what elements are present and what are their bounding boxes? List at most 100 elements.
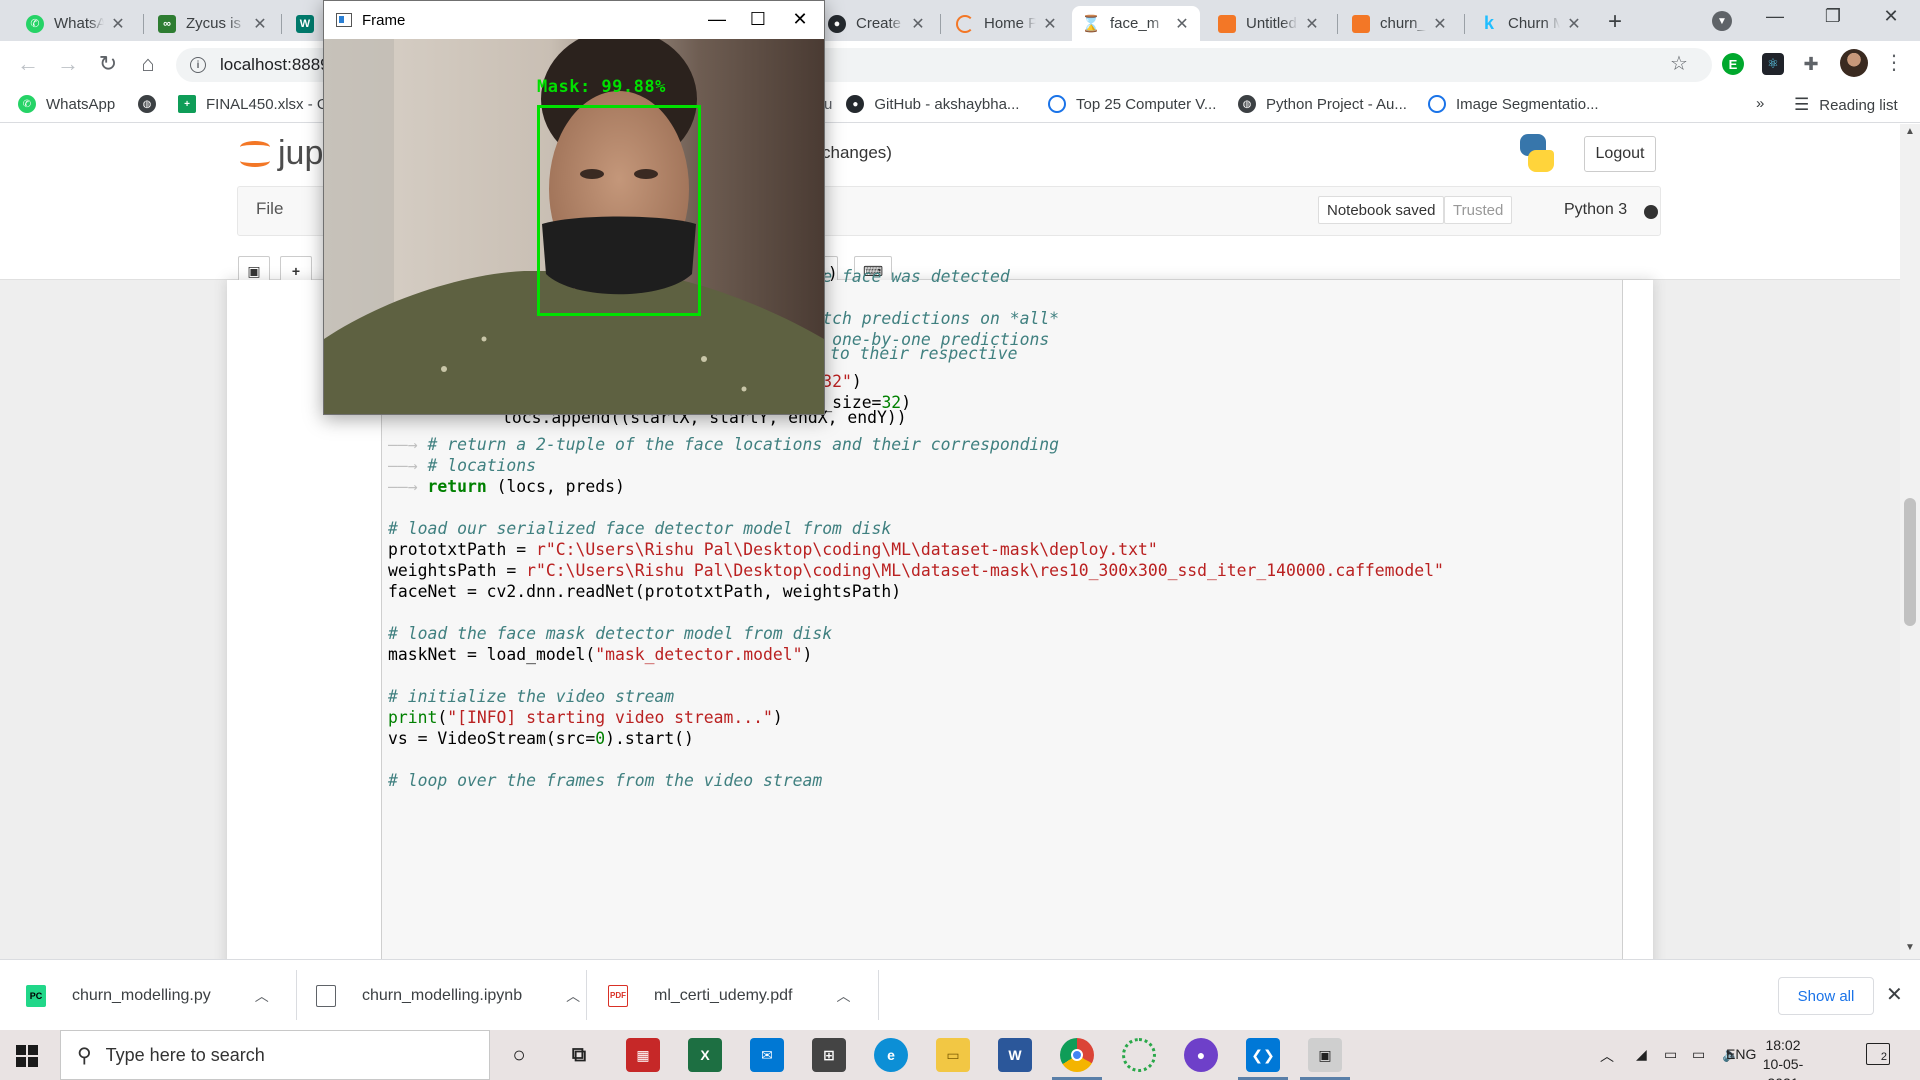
taskbar-clock[interactable]: 18:02 10-05-2021 <box>1748 1036 1818 1080</box>
code-line[interactable]: ——→ # return a 2-tuple of the face locat… <box>388 434 1444 455</box>
bookmark-github[interactable]: u ● GitHub - akshaybha... <box>824 95 1019 113</box>
close-icon[interactable]: ✕ <box>110 14 126 34</box>
download-item[interactable]: PC churn_modelling.py ︿ <box>26 960 269 1031</box>
react-devtools-extension-icon[interactable]: ⚛ <box>1762 53 1784 75</box>
back-icon[interactable]: ← <box>14 51 42 77</box>
tab-github-create[interactable]: ● Create ✕ <box>818 6 936 41</box>
word-icon[interactable]: W <box>998 1038 1032 1072</box>
tab-zycus[interactable]: ∞ Zycus is ✕ <box>148 6 278 41</box>
code-line[interactable]: ——→ return (locs, preds) <box>388 476 1444 497</box>
code-line[interactable] <box>388 497 1444 518</box>
task-view-icon[interactable]: ⧉ <box>562 1038 596 1072</box>
download-item[interactable]: churn_modelling.ipynb ︿ <box>316 960 580 1031</box>
menu-file[interactable]: File <box>256 199 283 219</box>
bookmark-image-segmentation[interactable]: Image Segmentatio... <box>1428 95 1599 113</box>
frame-maximize-button[interactable]: ☐ <box>738 9 778 30</box>
close-icon[interactable]: ✕ <box>910 14 926 34</box>
code-line[interactable]: ——→ # locations <box>388 455 1444 476</box>
trusted-indicator[interactable]: Trusted <box>1444 196 1513 224</box>
home-icon[interactable]: ⌂ <box>134 51 162 77</box>
code-line[interactable]: # load our serialized face detector mode… <box>388 518 1444 539</box>
code-line[interactable]: maskNet = load_model("mask_detector.mode… <box>388 644 1444 665</box>
show-hidden-icons-chevron[interactable]: ︿ <box>1600 1046 1614 1066</box>
logout-button[interactable]: Logout <box>1584 136 1656 172</box>
close-downloads-icon[interactable]: ✕ <box>1886 982 1903 1007</box>
python-window-icon[interactable]: ▣ <box>1300 1038 1350 1080</box>
bookmark-top25[interactable]: Top 25 Computer V... <box>1048 95 1216 113</box>
bookmark-python-project[interactable]: ◍ Python Project - Au... <box>1238 95 1407 113</box>
more-bookmarks-button[interactable]: » <box>1756 95 1764 112</box>
taskbar-search-box[interactable]: ⚲ Type here to search <box>60 1030 490 1080</box>
code-line[interactable]: prototxtPath = r"C:\Users\Rishu Pal\Desk… <box>388 539 1444 560</box>
code-line[interactable]: # loop over the frames from the video st… <box>388 770 1444 791</box>
microsoft-store-icon[interactable]: ⊞ <box>812 1038 846 1072</box>
code-line[interactable]: faceNet = cv2.dnn.readNet(prototxtPath, … <box>388 581 1444 602</box>
close-icon[interactable]: ✕ <box>1432 14 1448 34</box>
bookmark-globe[interactable]: ◍ <box>138 95 166 113</box>
code-line[interactable]: # initialize the video stream <box>388 686 1444 707</box>
new-tab-button[interactable]: + <box>1608 8 1622 36</box>
file-explorer-icon[interactable]: ▭ <box>936 1038 970 1072</box>
forward-icon[interactable]: → <box>54 51 82 77</box>
opencv-frame-window[interactable]: Frame — ☐ ✕ Mask: 99.88% <box>323 0 825 415</box>
gift-app-icon[interactable]: ▦ <box>626 1038 660 1072</box>
windows-start-icon[interactable] <box>16 1045 38 1067</box>
bookmark-final450[interactable]: + FINAL450.xlsx - G <box>178 95 329 113</box>
close-icon[interactable]: ✕ <box>1042 14 1058 34</box>
tab-face-mask[interactable]: ⌛ face_m ✕ <box>1072 6 1200 41</box>
close-icon[interactable]: ✕ <box>252 14 268 34</box>
notifications-icon[interactable]: 2 <box>1866 1043 1890 1065</box>
scrollbar-thumb[interactable] <box>1904 498 1916 626</box>
frame-minimize-button[interactable]: — <box>697 9 737 30</box>
scroll-up-icon[interactable]: ▲ <box>1905 126 1915 137</box>
chevron-up-icon[interactable]: ︿ <box>566 986 580 1006</box>
tab-kaggle-churn[interactable]: k Churn M ✕ <box>1470 6 1592 41</box>
mail-icon[interactable]: ✉ <box>750 1038 784 1072</box>
code-line[interactable]: print("[INFO] starting video stream...") <box>388 707 1444 728</box>
excel-icon[interactable]: X <box>688 1038 722 1072</box>
chrome-menu-icon[interactable]: ⋮ <box>1884 50 1904 75</box>
github-desktop-icon[interactable]: ● <box>1184 1038 1218 1072</box>
tab-w-app[interactable]: W W <box>286 6 326 41</box>
tab-home-page[interactable]: Home P ✕ <box>946 6 1068 41</box>
code-line[interactable]: vs = VideoStream(src=0).start() <box>388 728 1444 749</box>
frame-close-button[interactable]: ✕ <box>780 9 820 30</box>
code-line[interactable] <box>388 413 1444 434</box>
kernel-name[interactable]: Python 3 <box>1564 201 1627 219</box>
bookmark-whatsapp[interactable]: ✆ WhatsApp <box>18 95 115 113</box>
close-icon[interactable]: ✕ <box>1566 14 1582 34</box>
reading-list-button[interactable]: ☰ Reading list <box>1794 95 1898 115</box>
window-restore-button[interactable]: ❐ <box>1810 6 1856 27</box>
show-all-downloads-button[interactable]: Show all <box>1778 977 1874 1015</box>
chevron-up-icon[interactable]: ︿ <box>255 986 269 1006</box>
chevron-up-icon[interactable]: ︿ <box>836 986 850 1006</box>
window-minimize-button[interactable]: — <box>1752 6 1798 27</box>
profile-avatar[interactable] <box>1840 49 1868 77</box>
battery-icon[interactable]: ▭ <box>1692 1046 1705 1063</box>
meet-now-icon[interactable]: ▭ <box>1664 1046 1677 1063</box>
close-icon[interactable]: ✕ <box>1174 14 1190 34</box>
tab-untitled[interactable]: Untitled ✕ <box>1208 6 1330 41</box>
edge-browser-icon[interactable]: e <box>874 1038 908 1072</box>
tab-search-icon[interactable]: ▼ <box>1712 11 1732 31</box>
close-icon[interactable]: ✕ <box>1304 14 1320 34</box>
vscode-icon[interactable]: ❮❯ <box>1238 1038 1288 1080</box>
reload-icon[interactable]: ↻ <box>94 51 122 77</box>
cortana-icon[interactable]: ○ <box>502 1038 536 1072</box>
code-line[interactable]: # load the face mask detector model from… <box>388 623 1444 644</box>
site-info-icon[interactable]: i <box>190 57 206 73</box>
page-scrollbar[interactable]: ▲ ▼ <box>1900 124 1920 959</box>
loading-app-icon[interactable] <box>1122 1038 1156 1072</box>
bookmark-star-icon[interactable]: ☆ <box>1670 51 1688 76</box>
download-item[interactable]: PDF ml_certi_udemy.pdf ︿ <box>608 960 850 1031</box>
network-icon[interactable]: ◢ <box>1636 1046 1647 1063</box>
tab-churn-notebook[interactable]: churn_r ✕ <box>1342 6 1458 41</box>
code-line[interactable] <box>388 665 1444 686</box>
tab-whatsapp[interactable]: ✆ WhatsApp ✕ <box>16 6 136 41</box>
scroll-down-icon[interactable]: ▼ <box>1905 942 1915 953</box>
chrome-icon[interactable] <box>1052 1038 1102 1080</box>
code-line[interactable] <box>388 602 1444 623</box>
code-line[interactable] <box>388 749 1444 770</box>
evernote-extension-icon[interactable]: E <box>1722 53 1744 75</box>
window-close-button[interactable]: ✕ <box>1868 6 1914 27</box>
